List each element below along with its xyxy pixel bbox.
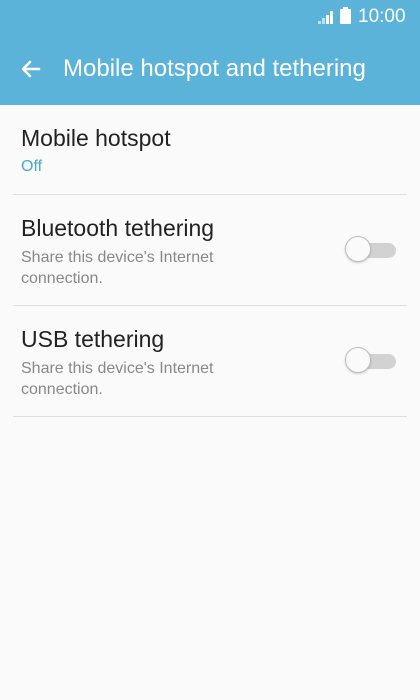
switch-thumb <box>345 347 371 373</box>
app-bar: 10:00 Mobile hotspot and tethering <box>0 0 420 105</box>
page-title: Mobile hotspot and tethering <box>63 55 366 82</box>
setting-status: Off <box>21 158 43 175</box>
setting-mobile-hotspot[interactable]: Mobile hotspot Off <box>13 105 407 195</box>
setting-summary: Share this device's Internet connection. <box>21 249 214 287</box>
setting-title: Mobile hotspot <box>21 125 171 151</box>
status-bar-time: 10:00 <box>358 6 406 27</box>
battery-icon <box>340 7 351 24</box>
settings-list: Mobile hotspot Off Bluetooth tethering S… <box>0 105 420 417</box>
back-button[interactable] <box>14 52 48 86</box>
signal-icon <box>318 11 333 24</box>
status-bar: 10:00 <box>0 0 420 34</box>
setting-usb-tethering[interactable]: USB tethering Share this device's Intern… <box>13 306 407 417</box>
setting-summary: Share this device's Internet connection. <box>21 360 214 398</box>
toolbar: Mobile hotspot and tethering <box>0 40 420 98</box>
bluetooth-tethering-switch[interactable] <box>345 235 397 265</box>
switch-thumb <box>345 236 371 262</box>
setting-bluetooth-tethering[interactable]: Bluetooth tethering Share this device's … <box>13 195 407 306</box>
setting-title: USB tethering <box>21 326 165 352</box>
arrow-left-icon <box>21 60 41 78</box>
usb-tethering-switch[interactable] <box>345 346 397 376</box>
setting-title: Bluetooth tethering <box>21 215 215 241</box>
